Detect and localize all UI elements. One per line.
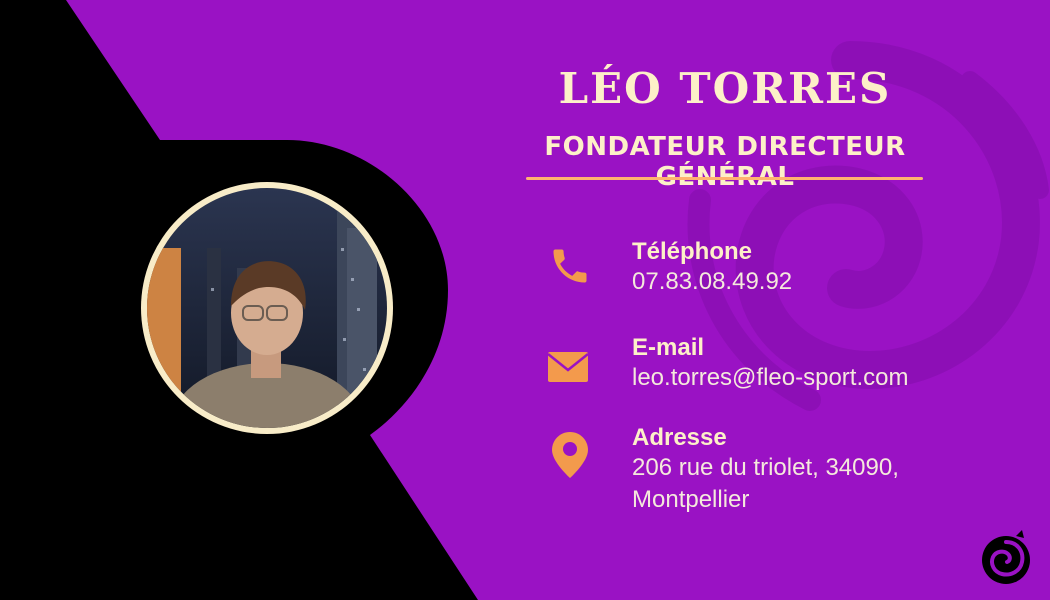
- profile-photo-frame: [141, 182, 393, 434]
- email-label: E-mail: [632, 334, 705, 361]
- business-card: LÉO TORRES FONDATEUR DIRECTEUR GÉNÉRAL T…: [0, 0, 1050, 600]
- location-pin-icon: [552, 432, 588, 478]
- title-divider: [526, 177, 923, 180]
- phone-value: 07.83.08.49.92: [632, 268, 793, 295]
- address-line-1: 206 rue du triolet, 34090,: [632, 454, 899, 481]
- address-label: Adresse: [632, 424, 727, 451]
- person-role: FONDATEUR DIRECTEUR GÉNÉRAL: [544, 132, 906, 192]
- phone-icon: [553, 249, 587, 283]
- person-name: LÉO TORRES: [558, 64, 892, 113]
- phone-label: Téléphone: [632, 238, 753, 265]
- dragon-logo-icon: [982, 530, 1030, 584]
- address-line-2: Montpellier: [632, 486, 750, 513]
- mail-icon: [548, 352, 588, 382]
- profile-photo: [147, 188, 387, 428]
- email-value: leo.torres@fleo-sport.com: [632, 364, 909, 391]
